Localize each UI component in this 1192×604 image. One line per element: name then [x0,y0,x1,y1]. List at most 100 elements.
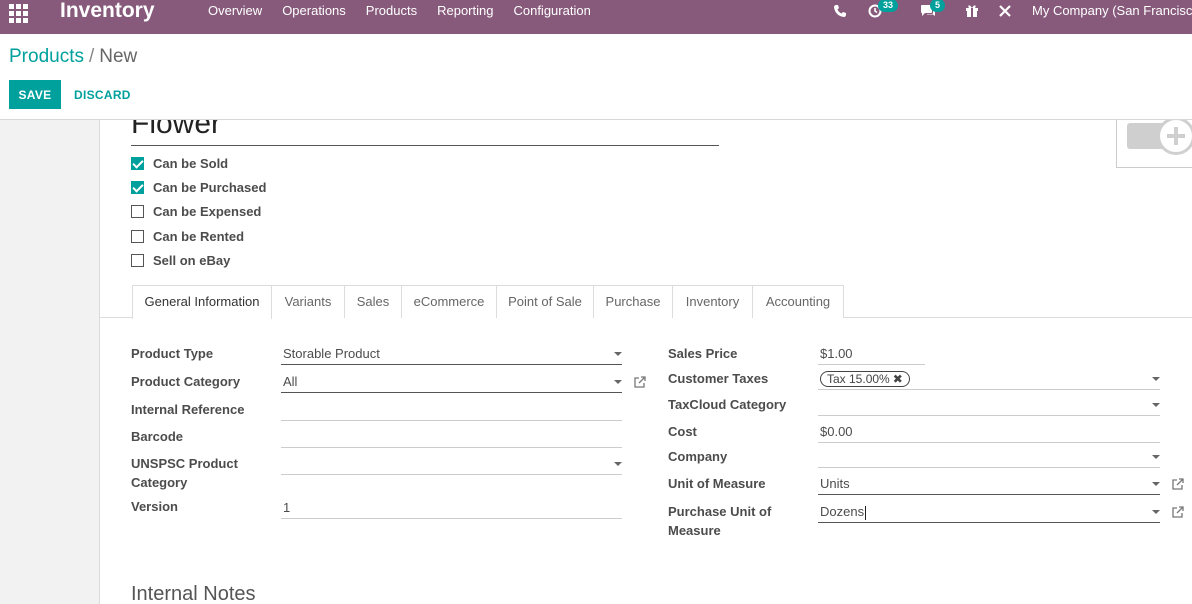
app-brand[interactable]: Inventory [60,0,155,22]
breadcrumb-current: New [99,46,138,67]
can-be-sold-row[interactable]: Can be Sold [131,154,228,172]
can-be-purchased-row[interactable]: Can be Purchased [131,178,266,196]
purchase-uom-select[interactable]: Dozens [818,501,1160,523]
version-input[interactable]: 1 [281,497,622,519]
tab-variants[interactable]: Variants [271,285,345,318]
can-be-rented-row[interactable]: Can be Rented [131,227,244,245]
can-be-expensed-checkbox[interactable] [131,204,144,218]
product-type-label: Product Type [131,346,214,361]
tab-inventory[interactable]: Inventory [672,285,753,318]
activity-button[interactable]: 33 [868,0,902,22]
can-be-sold-label: Can be Sold [153,155,229,171]
product-image-upload[interactable] [1116,120,1192,168]
external-link-icon[interactable] [1171,477,1185,491]
internal-reference-label: Internal Reference [131,402,245,417]
cost-input[interactable]: $0.00 [818,421,1160,443]
internal-notes-title: Internal Notes [131,583,256,604]
menu-overview[interactable]: Overview [198,0,272,22]
sales-price-label: Sales Price [668,346,738,361]
tax-tag: Tax 15.00% ✖ [820,371,910,387]
product-category-value: All [283,374,298,389]
product-category-select[interactable]: All [281,371,622,393]
external-link-icon[interactable] [1171,505,1185,519]
menu-configuration[interactable]: Configuration [503,0,600,22]
save-button[interactable]: SAVE [9,80,61,109]
control-panel: Products / New SAVE DISCARD [0,34,1192,120]
add-image-icon [1157,120,1192,155]
can-be-rented-checkbox[interactable] [131,229,144,243]
product-category-label: Product Category [131,374,241,389]
tab-point-of-sale[interactable]: Point of Sale [496,285,594,318]
apps-menu-icon[interactable] [9,4,29,23]
product-name-input[interactable]: Flower [131,120,719,146]
can-be-expensed-label: Can be Expensed [153,203,262,219]
sales-price-input[interactable]: $1.00 [818,343,925,365]
unspsc-category-select[interactable] [281,453,622,475]
tab-sales[interactable]: Sales [344,285,402,318]
debug-tools-icon[interactable] [998,0,1012,22]
menu-operations[interactable]: Operations [272,0,356,22]
unspsc-label-line1: UNSPSC Product [131,456,238,471]
phone-icon[interactable] [833,0,847,22]
can-be-sold-checkbox[interactable] [131,156,144,170]
uom-label: Unit of Measure [668,476,766,491]
can-be-expensed-row[interactable]: Can be Expensed [131,202,261,220]
chevron-down-icon [614,352,622,356]
company-select[interactable] [818,446,1160,468]
messages-count-badge: 5 [930,0,946,12]
tab-general-information[interactable]: General Information [132,285,272,319]
purchase-uom-label-line1: Purchase Unit of [668,504,772,519]
chevron-down-icon [614,380,622,384]
external-link-icon[interactable] [633,375,647,389]
barcode-input[interactable] [281,426,622,448]
breadcrumb-separator: / [88,46,95,67]
breadcrumb-products-link[interactable]: Products [9,46,84,67]
text-cursor [865,505,867,520]
tab-ecommerce[interactable]: eCommerce [401,285,497,318]
sell-on-ebay-label: Sell on eBay [153,252,231,268]
barcode-label: Barcode [131,429,184,444]
purchase-uom-value: Dozens [820,504,865,519]
chevron-down-icon [614,462,622,466]
menu-reporting[interactable]: Reporting [427,0,503,22]
messaging-button[interactable]: 5 [920,0,950,22]
customer-taxes-label: Customer Taxes [668,371,769,386]
tax-tag-label: Tax 15.00% [827,372,890,386]
notebook-tabs: General Information Variants Sales eComm… [100,285,1192,319]
uom-value: Units [820,476,850,491]
chevron-down-icon [1152,482,1160,486]
company-switcher[interactable]: My Company (San Francisco [1032,0,1192,22]
cost-label: Cost [668,424,697,439]
main-menu: Overview Operations Products Reporting C… [198,0,601,22]
form-sheet: Flower Can be Sold Can be Purchased Can … [99,120,1192,604]
chevron-down-icon [1152,455,1160,459]
tab-purchase[interactable]: Purchase [593,285,673,318]
version-label: Version [131,499,178,514]
menu-products[interactable]: Products [356,0,427,22]
sell-on-ebay-row[interactable]: Sell on eBay [131,251,230,269]
unspsc-label-line2: Category [131,475,188,490]
chevron-down-icon [1152,510,1160,514]
taxcloud-category-label: TaxCloud Category [668,397,787,412]
chevron-down-icon [1152,403,1160,407]
top-navbar: Inventory Overview Operations Products R… [0,0,1192,34]
internal-reference-input[interactable] [281,399,622,421]
uom-select[interactable]: Units [818,473,1160,495]
chevron-down-icon [1152,377,1160,381]
tab-accounting[interactable]: Accounting [752,285,844,318]
gift-icon[interactable] [965,0,979,22]
purchase-uom-label-line2: Measure [668,523,721,538]
remove-tag-icon[interactable]: ✖ [893,372,903,386]
discard-button[interactable]: DISCARD [66,80,139,109]
product-type-value: Storable Product [283,346,380,361]
can-be-purchased-checkbox[interactable] [131,180,144,194]
company-label: Company [668,449,728,464]
can-be-purchased-label: Can be Purchased [153,179,267,195]
breadcrumb: Products / New [9,46,137,68]
sell-on-ebay-checkbox[interactable] [131,253,144,267]
can-be-rented-label: Can be Rented [153,228,245,244]
product-type-select[interactable]: Storable Product [281,343,622,365]
customer-taxes-field[interactable]: Tax 15.00% ✖ [818,368,1160,390]
activity-count-badge: 33 [878,0,899,12]
taxcloud-category-select[interactable] [818,394,1160,416]
